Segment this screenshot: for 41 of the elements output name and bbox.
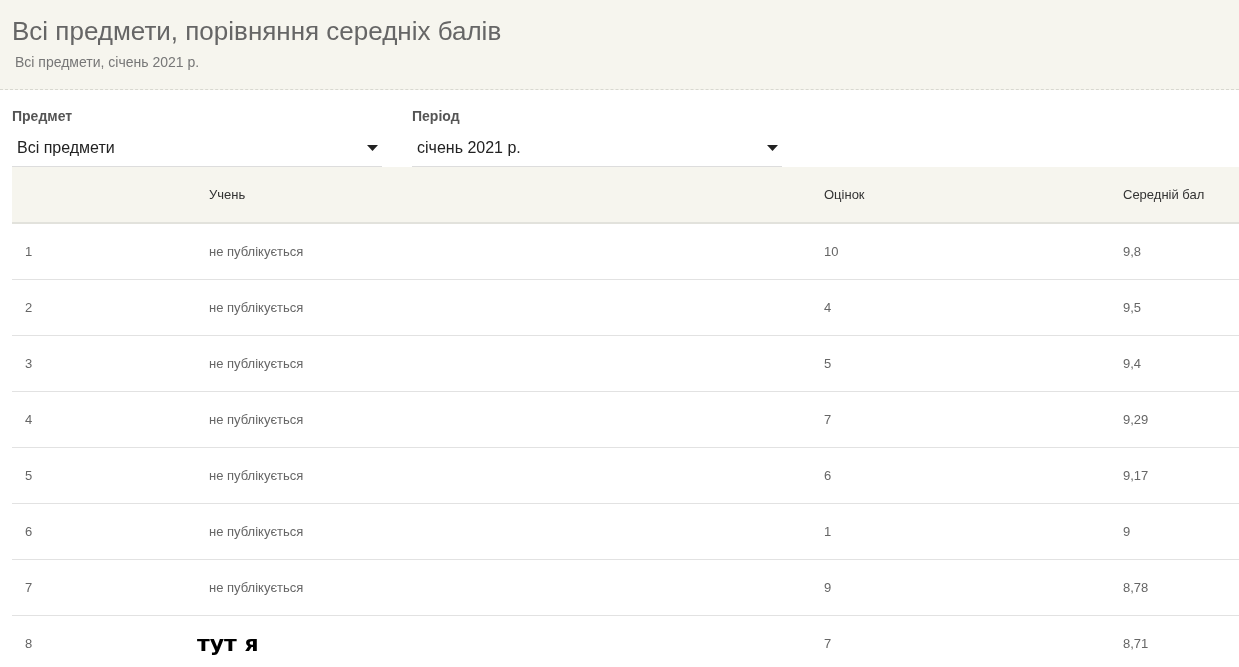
average-cell-text: 9: [1122, 524, 1131, 539]
page-title: Всі предмети, порівняння середніх балів: [12, 15, 502, 48]
rank-cell-text: 1: [24, 244, 33, 259]
rank-cell-text: 7: [24, 580, 33, 595]
column-header: Оцінок: [823, 187, 865, 202]
rank-cell-text: 8: [24, 636, 33, 651]
rank-cell-text: 5: [24, 468, 33, 483]
caret-icon: [367, 145, 378, 151]
student-cell-text: не публікується: [208, 300, 304, 315]
rank-cell-text: 3: [24, 356, 33, 371]
count-cell-text: 6: [823, 468, 832, 483]
average-cell-text: 9,17: [1122, 468, 1149, 483]
average-cell-text: 9,4: [1122, 356, 1142, 371]
count-cell-text: 1: [823, 524, 832, 539]
average-cell-text: 9,5: [1122, 300, 1142, 315]
student-cell-text: не публікується: [208, 580, 304, 595]
student-cell-text: не публікується: [208, 244, 304, 259]
average-cell-text: 9,29: [1122, 412, 1149, 427]
column-header: Учень: [208, 187, 246, 202]
column-header: Середній бал: [1122, 187, 1205, 202]
rank-cell-text: 6: [24, 524, 33, 539]
count-cell-text: 7: [823, 636, 832, 651]
average-cell-text: 8,78: [1122, 580, 1149, 595]
count-cell-text: 9: [823, 580, 832, 595]
filter-label: Предмет: [12, 108, 73, 126]
rank-cell-text: 2: [24, 300, 33, 315]
count-cell-text: 10: [823, 244, 839, 259]
filter-label: Період: [412, 108, 460, 126]
count-cell-text: 4: [823, 300, 832, 315]
page-subtitle: Всі предмети, січень 2021 р.: [15, 54, 200, 70]
count-cell-text: 7: [823, 412, 832, 427]
handwritten-note: тут я: [196, 631, 259, 656]
count-cell-text: 5: [823, 356, 832, 371]
student-cell-text: не публікується: [208, 356, 304, 371]
average-cell-text: 8,71: [1122, 636, 1149, 651]
rank-cell-text: 4: [24, 412, 33, 427]
caret-icon: [767, 145, 778, 151]
average-cell-text: 9,8: [1122, 244, 1142, 259]
student-cell-text: не публікується: [208, 524, 304, 539]
student-cell-text: не публікується: [208, 468, 304, 483]
student-cell-text: не публікується: [208, 412, 304, 427]
